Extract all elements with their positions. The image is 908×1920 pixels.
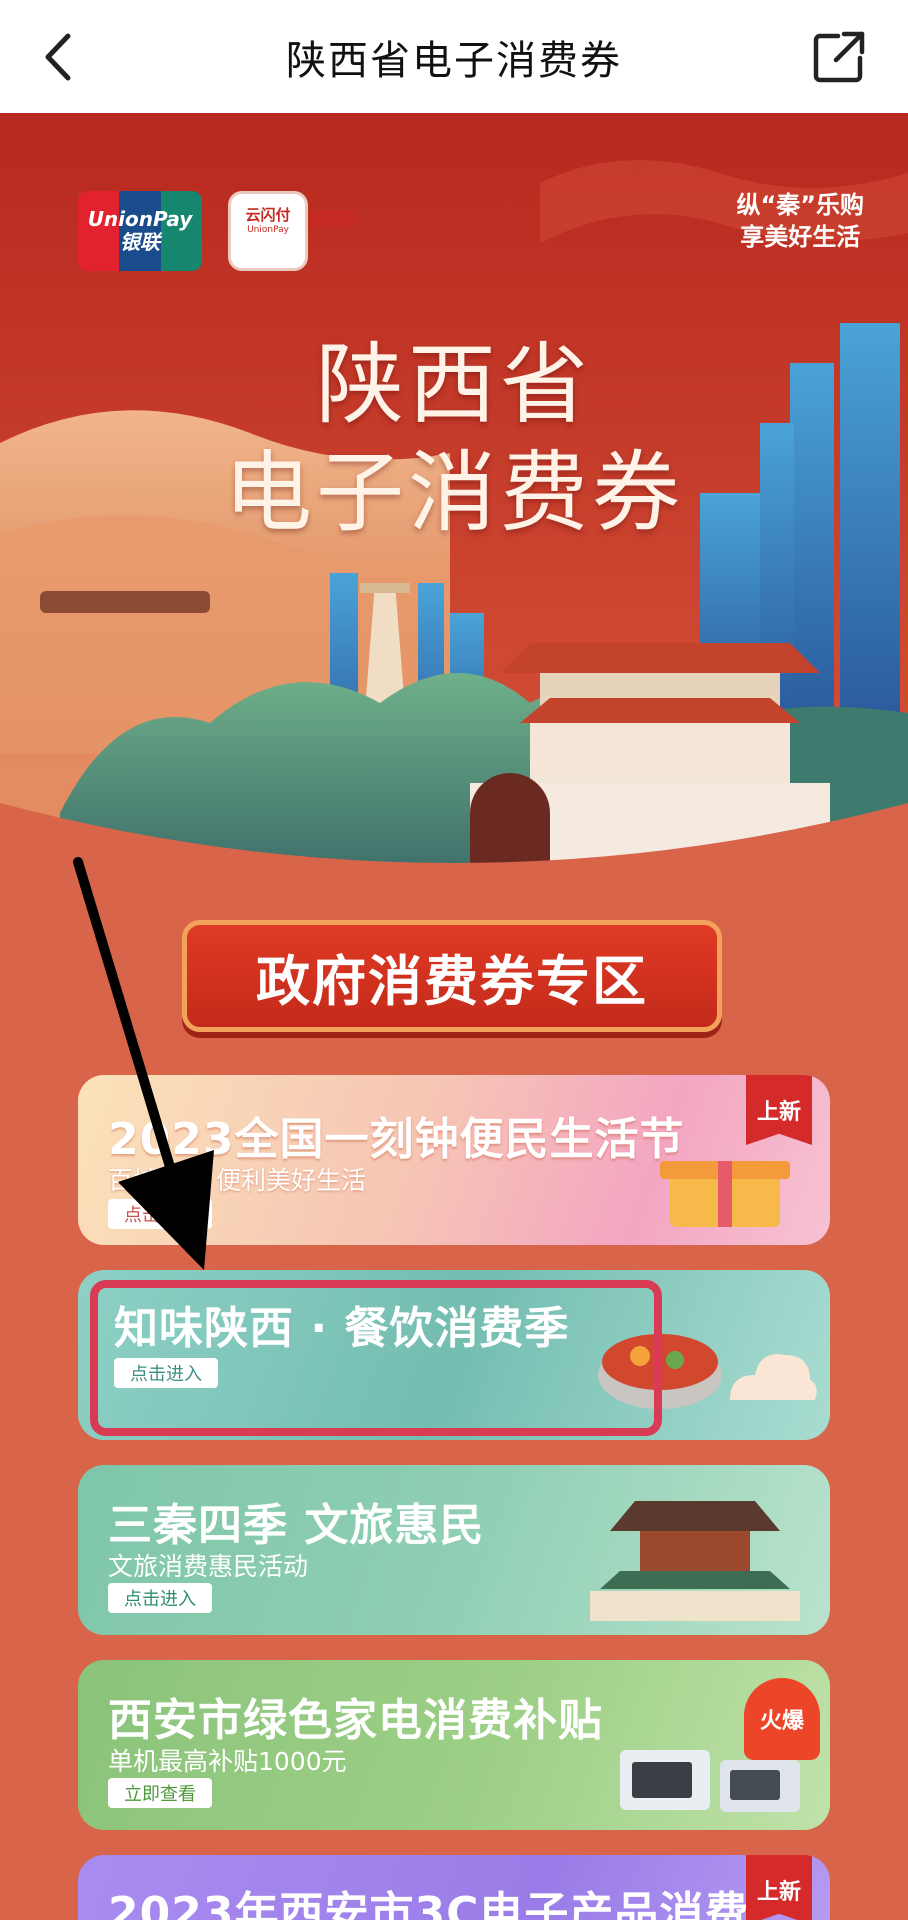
new-badge: 上新 xyxy=(746,1075,812,1145)
unionpay-logo: UnionPay 银联 xyxy=(78,191,202,271)
page-title: 陕西省电子消费券 xyxy=(286,37,622,84)
top-nav-bar: 陕西省电子消费券 xyxy=(0,0,908,113)
quickpass-logo-cn: 云闪付 xyxy=(245,206,291,224)
hero-title: 陕西省 电子消费券 xyxy=(0,331,908,547)
share-external-icon xyxy=(813,31,865,83)
quickpass-logo: 云闪付 UnionPay xyxy=(228,191,355,271)
card-title: 西安市绿色家电消费补贴 xyxy=(108,1695,603,1746)
back-button[interactable] xyxy=(30,22,100,92)
share-button[interactable] xyxy=(804,22,874,92)
card-subtitle: 单机最高补贴1000元 xyxy=(108,1747,347,1776)
highlight-box xyxy=(90,1280,662,1436)
hero-title-line-1: 陕西省 xyxy=(315,333,592,436)
slogan-line-1: 纵“秦”乐购 xyxy=(736,191,864,219)
card-subtitle: 百城联动 便利美好生活 xyxy=(108,1166,366,1195)
cloud-icon xyxy=(730,1354,817,1400)
card-subtitle: 文旅消费惠民活动 xyxy=(108,1552,309,1581)
hero-title-line-2: 电子消费券 xyxy=(223,441,684,544)
view-now-button[interactable]: 立即查看 xyxy=(108,1778,212,1808)
activity-card-3c-electronics[interactable]: 2023年西安市3C电子产品消费 上新 xyxy=(78,1855,830,1920)
card-title: 三秦四季 文旅惠民 xyxy=(108,1500,485,1551)
enter-button[interactable]: 点击进入 xyxy=(108,1583,212,1613)
appliance-icon xyxy=(620,1750,800,1812)
new-badge: 上新 xyxy=(746,1855,812,1920)
pavilion-icon xyxy=(590,1501,800,1621)
quickpass-logo-en: UnionPay xyxy=(247,225,289,235)
hero-banner: UnionPay 银联 云闪付 UnionPay 纵“秦”乐购 享美好生活 陕西… xyxy=(0,113,908,873)
activity-card-appliance-subsidy[interactable]: 西安市绿色家电消费补贴 单机最高补贴1000元 立即查看 火爆 xyxy=(78,1660,830,1830)
card-title: 2023全国一刻钟便民生活节 xyxy=(108,1114,685,1165)
slogan-line-2: 享美好生活 xyxy=(740,223,861,251)
gift-box-icon xyxy=(660,1161,790,1227)
card-title: 2023年西安市3C电子产品消费 xyxy=(108,1888,750,1920)
card-icon xyxy=(309,210,355,228)
unionpay-logo-en: UnionPay xyxy=(87,207,193,231)
section-title: 政府消费券专区 xyxy=(182,920,722,1032)
activity-card-culture-tourism[interactable]: 三秦四季 文旅惠民 文旅消费惠民活动 点击进入 xyxy=(78,1465,830,1635)
activity-card-convenience-festival[interactable]: 2023全国一刻钟便民生活节 百城联动 便利美好生活 点击进入 上新 xyxy=(78,1075,830,1245)
hero-slogan: 纵“秦”乐购 享美好生活 xyxy=(736,189,864,253)
enter-button[interactable]: 点击进入 xyxy=(108,1199,212,1229)
chevron-left-icon xyxy=(45,33,71,81)
unionpay-logo-cn: 银联 xyxy=(120,230,160,254)
